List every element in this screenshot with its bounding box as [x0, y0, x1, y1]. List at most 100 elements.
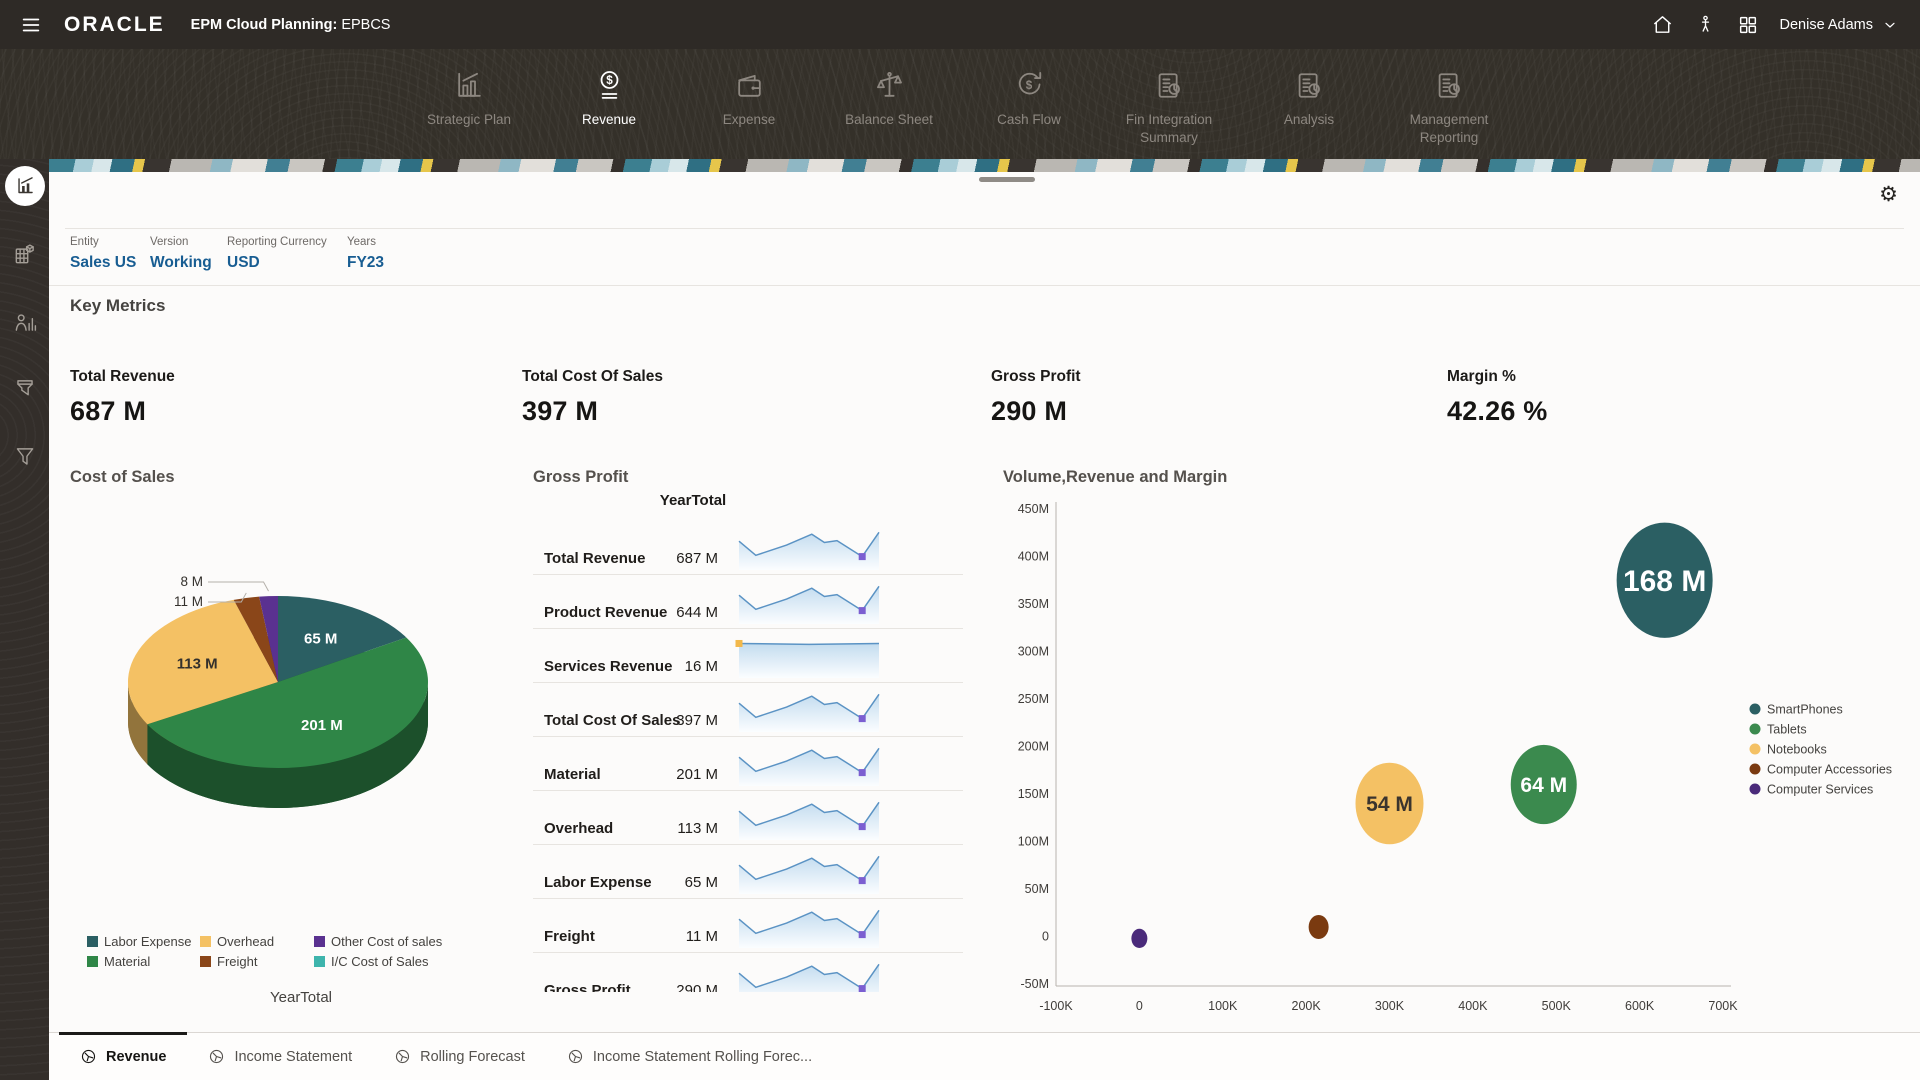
metric-value: 42.26 % [1447, 396, 1547, 427]
top-app-bar: ORACLE EPM Cloud Planning: EPBCS Denise … [0, 0, 1920, 49]
home-icon[interactable] [1651, 13, 1674, 36]
sparkline [735, 851, 885, 895]
sparkline [735, 527, 885, 571]
table-row-gross-profit[interactable]: Gross Profit290 M [533, 953, 963, 992]
x-tick-label: -100K [1039, 999, 1073, 1013]
tab-income-statement[interactable]: Income Statement [187, 1033, 373, 1080]
pie-chart-svg: 65 M201 M113 M11 M8 MLabor ExpenseOverhe… [63, 490, 518, 1032]
table-row-product-revenue[interactable]: Product Revenue644 M [533, 575, 963, 629]
navigator-grid-icon[interactable] [1737, 14, 1759, 36]
pov-value-years[interactable]: FY23 [347, 254, 384, 272]
spark-area [739, 748, 879, 786]
legend-label: Computer Services [1767, 783, 1873, 797]
user-assistance-icon[interactable] [1695, 14, 1716, 35]
nav-item-label: Cash Flow [959, 111, 1099, 129]
expense-icon [733, 69, 766, 102]
table-row-material[interactable]: Material201 M [533, 737, 963, 791]
bubble-computer-services[interactable] [1131, 929, 1147, 948]
legend-swatch [200, 956, 211, 967]
pov-field-reporting-currency: Reporting Currency USD [227, 236, 327, 272]
pie-slice-label: 8 M [180, 574, 203, 589]
bubble-computer-accessories[interactable] [1309, 915, 1329, 939]
sidebar-item-filter[interactable] [5, 369, 45, 409]
sparkline [735, 743, 885, 787]
sidebar-item-approvals[interactable] [5, 302, 45, 342]
x-tick-label: 700K [1708, 999, 1738, 1013]
spark-area [739, 910, 879, 948]
y-tick-label: 200M [1018, 740, 1049, 754]
nav-item-label: Management Reporting [1379, 111, 1519, 147]
settings-gear-icon[interactable]: ⚙ [1873, 183, 1904, 206]
dashboard-icon [12, 173, 38, 199]
user-menu[interactable]: Denise Adams [1780, 17, 1899, 33]
nav-item-analysis[interactable]: Analysis [1239, 49, 1379, 147]
spark-marker [859, 715, 866, 722]
y-tick-label: 350M [1018, 597, 1049, 611]
row-value: 16 M [685, 658, 718, 675]
nav-item-revenue[interactable]: $Revenue [539, 49, 679, 147]
metric-label: Total Cost Of Sales [522, 368, 663, 386]
nav-item-balance-sheet[interactable]: Balance Sheet [819, 49, 959, 147]
y-tick-label: 0 [1042, 930, 1049, 944]
decorative-banner [49, 159, 1920, 172]
approvals-icon [12, 309, 38, 335]
row-label: Total Revenue [544, 550, 645, 567]
sidebar-item-data-forms[interactable] [5, 234, 45, 274]
nav-item-fin-integration-summary[interactable]: Fin Integration Summary [1099, 49, 1239, 147]
y-tick-label: -50M [1021, 977, 1049, 991]
table-row-total-revenue[interactable]: Total Revenue687 M [533, 521, 963, 575]
sidebar-item-dashboards[interactable] [5, 166, 45, 206]
table-row-total-cost-of-sales[interactable]: Total Cost Of Sales397 M [533, 683, 963, 737]
legend-swatch [87, 936, 98, 947]
table-header: YearTotal [533, 490, 963, 521]
pie-period-label: YearTotal [270, 989, 332, 1006]
nav-item-expense[interactable]: Expense [679, 49, 819, 147]
metric-value: 290 M [991, 396, 1081, 427]
pie-slice-label: 11 M [174, 594, 203, 609]
gross-profit-table: YearTotal Total Revenue687 MProduct Reve… [533, 490, 963, 992]
metric-label: Margin % [1447, 368, 1547, 386]
tab-rolling-forecast[interactable]: Rolling Forecast [373, 1033, 546, 1080]
row-label: Product Revenue [544, 604, 667, 621]
bubble-label: 54 M [1366, 793, 1413, 816]
legend-dot [1750, 744, 1761, 755]
table-row-services-revenue[interactable]: Services Revenue16 M [533, 629, 963, 683]
table-row-freight[interactable]: Freight11 M [533, 899, 963, 953]
nav-item-cash-flow[interactable]: $Cash Flow [959, 49, 1099, 147]
bottom-tab-bar: RevenueIncome StatementRolling ForecastI… [49, 1032, 1920, 1080]
filter-icon [12, 376, 38, 402]
divider [65, 228, 1904, 229]
tab-income-statement-rolling-forec[interactable]: Income Statement Rolling Forec... [546, 1033, 833, 1080]
table-row-overhead[interactable]: Overhead113 M [533, 791, 963, 845]
legend-label: Labor Expense [104, 934, 191, 949]
bubble-label: 64 M [1520, 774, 1567, 797]
data-grid-icon [12, 241, 38, 267]
pov-label: Reporting Currency [227, 236, 327, 248]
table-row-labor-expense[interactable]: Labor Expense65 M [533, 845, 963, 899]
legend-label: Other Cost of sales [331, 934, 443, 949]
pov-value-reporting-currency[interactable]: USD [227, 254, 327, 272]
pov-value-version[interactable]: Working [150, 254, 212, 272]
sidebar-item-funnel[interactable] [5, 437, 45, 477]
nav-item-management-reporting[interactable]: Management Reporting [1379, 49, 1519, 147]
metric-total-revenue: Total Revenue687 M [70, 368, 175, 427]
collapse-handle[interactable] [979, 177, 1035, 182]
dashboard-content: ⚙ EntitySales USVersionWorkingReporting … [49, 172, 1920, 1032]
doc-chart-icon [1153, 69, 1186, 102]
row-value: 397 M [676, 712, 718, 729]
nav-item-label: Strategic Plan [399, 111, 539, 129]
pov-field-entity: EntitySales US [70, 236, 136, 272]
legend-swatch [314, 956, 325, 967]
x-tick-label: 400K [1458, 999, 1488, 1013]
pov-value-entity[interactable]: Sales US [70, 254, 136, 272]
x-tick-label: 100K [1208, 999, 1238, 1013]
metric-total-cost-of-sales: Total Cost Of Sales397 M [522, 368, 663, 427]
spark-marker [859, 553, 866, 560]
tab-revenue[interactable]: Revenue [59, 1033, 187, 1080]
spark-marker [859, 931, 866, 938]
nav-item-strategic-plan[interactable]: Strategic Plan [399, 49, 539, 147]
pie-slice-label: 113 M [177, 656, 218, 673]
hamburger-menu-icon[interactable] [16, 10, 46, 40]
legend-label: Overhead [217, 934, 274, 949]
y-tick-label: 50M [1025, 882, 1049, 896]
